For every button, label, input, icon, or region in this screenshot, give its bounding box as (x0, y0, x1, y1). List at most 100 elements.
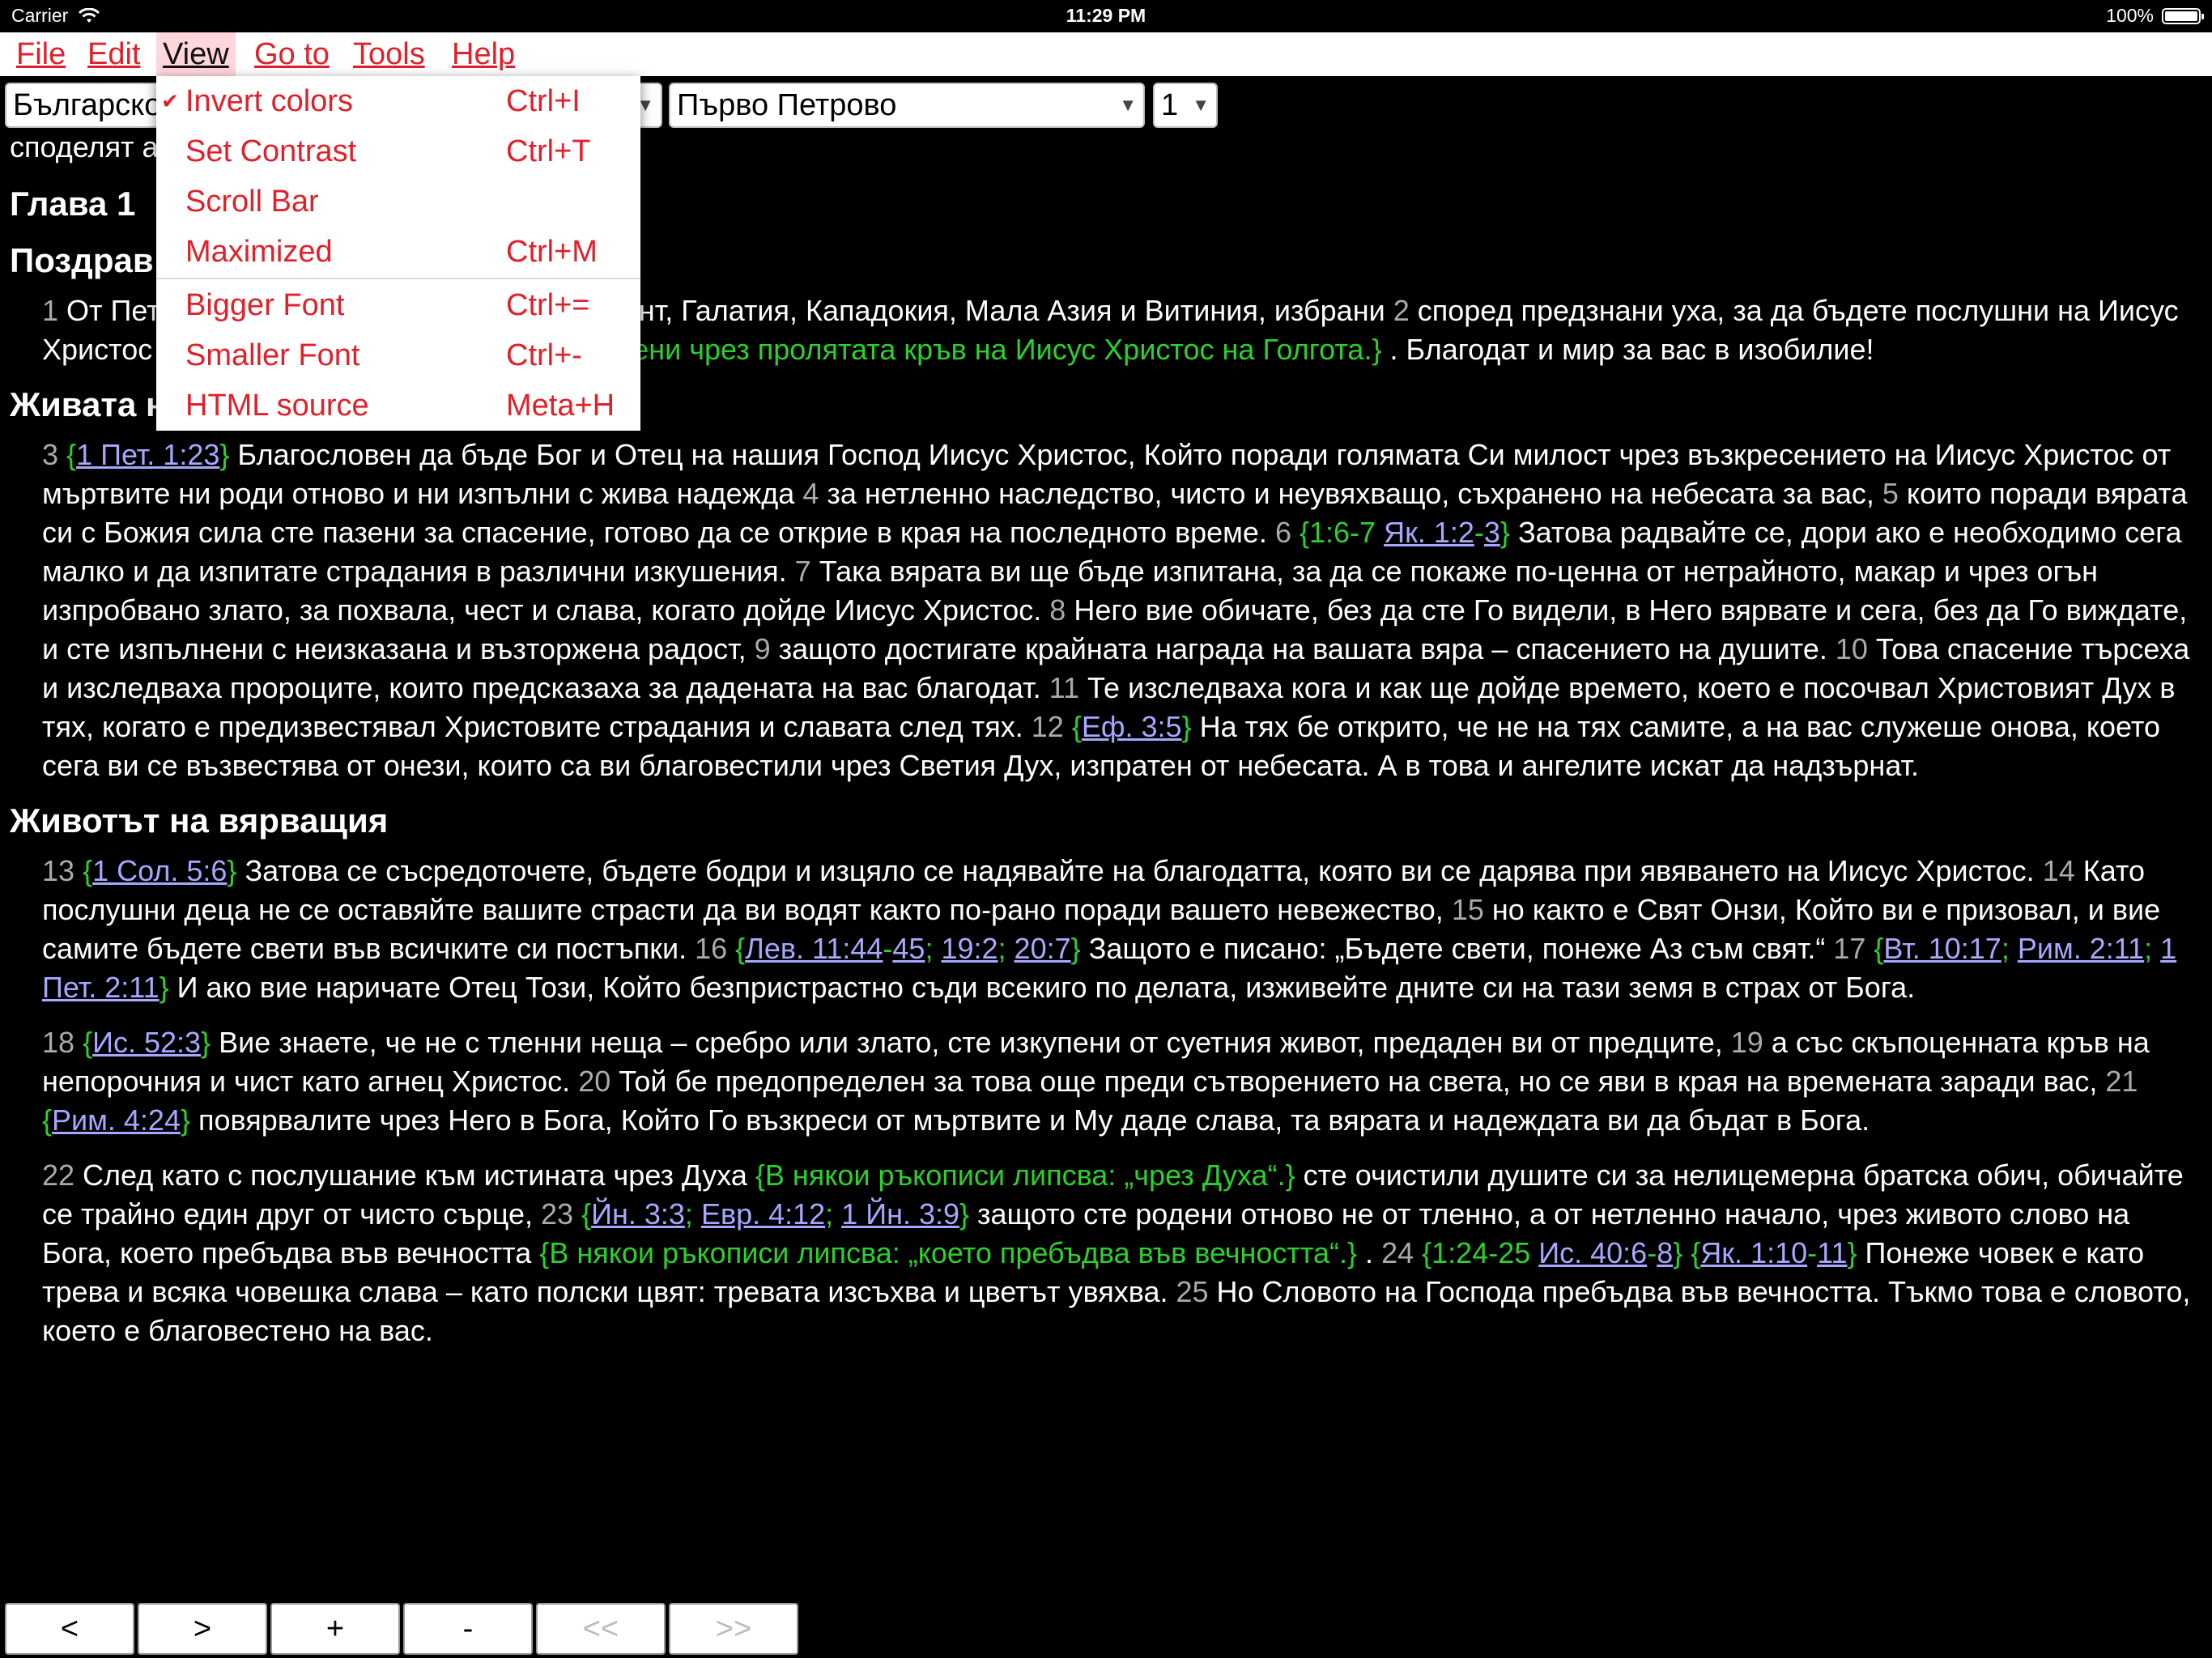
footnote: } { (1673, 1236, 1701, 1269)
cross-reference-link[interactable]: Лев. 11:44 (745, 932, 883, 965)
menu-item-bigger-font[interactable]: Bigger Font Ctrl+= (156, 280, 640, 330)
menu-item-shortcut: Meta+H (506, 389, 615, 423)
verse-number: 19 (1730, 1026, 1763, 1059)
chevron-down-icon: ▼ (1192, 95, 1210, 115)
cross-reference-link[interactable]: Вт. 10:17 (1883, 932, 2001, 965)
footnote: } (159, 971, 169, 1004)
section-heading-life: Животът на вярващия (10, 801, 389, 840)
menu-item-shortcut: Ctrl+T (506, 134, 591, 168)
verse-number: 10 (1835, 632, 1868, 665)
verse-text (1291, 516, 1300, 549)
battery-percent: 100% (2106, 5, 2154, 26)
history-forward-button[interactable]: >> (669, 1603, 798, 1655)
cross-reference-link[interactable]: Йн. 3:3 (591, 1197, 685, 1231)
verse-text (1865, 932, 1874, 965)
verse-text: за нетленно наследство, чисто и неувяхва… (819, 477, 1882, 510)
cross-reference-link[interactable]: 19:2 (941, 932, 998, 965)
verse-number: 14 (2042, 854, 2075, 887)
zoom-in-button[interactable]: + (270, 1603, 400, 1655)
verse-number: 20 (578, 1065, 611, 1098)
footnote: } (201, 1026, 211, 1059)
verse-text (573, 1197, 581, 1231)
menu-item-set-contrast[interactable]: Set Contrast Ctrl+T (156, 126, 640, 176)
history-back-button[interactable]: << (536, 1603, 666, 1655)
cross-reference-link[interactable]: 8 (1657, 1236, 1673, 1269)
book-select[interactable]: Първо Петрово ▼ (669, 83, 1145, 128)
book-value: Първо Петрово (677, 88, 897, 122)
view-menu-dropdown: ✔ Invert colors Ctrl+I Set Contrast Ctrl… (156, 76, 640, 431)
menu-item-invert-colors[interactable]: ✔ Invert colors Ctrl+I (156, 76, 640, 126)
verse-number: 8 (1049, 593, 1066, 627)
verse-text: След като с послушание към истината чрез… (74, 1158, 755, 1192)
cross-reference-link[interactable]: 11 (1817, 1236, 1847, 1269)
footnote: - (1807, 1236, 1818, 1269)
verse-text (74, 854, 83, 887)
paragraph-4: 18 {Ис. 52:3} Вие знаете, че не с тленни… (10, 1023, 2196, 1140)
menu-edit[interactable]: Edit (81, 32, 147, 76)
chapter-select[interactable]: 1 ▼ (1153, 83, 1218, 128)
next-chapter-button[interactable]: > (138, 1603, 267, 1655)
cross-reference-link[interactable]: 3 (1484, 516, 1500, 549)
cross-reference-link[interactable]: Як. 1:2 (1384, 516, 1474, 549)
menu-item-label: Scroll Bar (185, 185, 319, 219)
clock: 11:29 PM (1066, 5, 1146, 26)
footnote: - (883, 932, 893, 965)
footnote: ; (925, 932, 942, 965)
menu-help[interactable]: Help (445, 32, 521, 76)
menu-item-maximized[interactable]: Maximized Ctrl+M (156, 227, 640, 277)
checkmark-icon: ✔ (161, 89, 179, 113)
cross-reference-link[interactable]: Рим. 2:11 (2018, 932, 2144, 965)
verse-number: 13 (42, 854, 75, 887)
menu-go-to[interactable]: Go to (248, 32, 336, 76)
menu-item-html-source[interactable]: HTML source Meta+H (156, 380, 640, 431)
verse-text (727, 932, 735, 965)
paragraph-2: 3 {1 Пет. 1:23} Благословен да бъде Бог … (10, 436, 2196, 785)
verse-number: 2 (1393, 294, 1410, 327)
verse-number: 3 (42, 438, 59, 471)
cross-reference-link[interactable]: Ис. 52:3 (92, 1026, 201, 1059)
footnote: {В някои ръкописи липсва: „което пребъдв… (539, 1236, 1358, 1269)
verse-number: 15 (1451, 893, 1484, 926)
translation-value: Българско (13, 88, 162, 122)
verse-text (58, 438, 66, 471)
footnote: - (1647, 1236, 1657, 1269)
cross-reference-link[interactable]: 20:7 (1015, 932, 1071, 965)
cross-reference-link[interactable]: Як. 1:10 (1700, 1236, 1807, 1269)
footnote: ; (998, 932, 1015, 965)
verse-number: 11 (1049, 671, 1079, 704)
verse-text (1064, 710, 1072, 743)
menu-item-scroll-bar[interactable]: Scroll Bar (156, 176, 640, 227)
prev-chapter-button[interactable]: < (5, 1603, 134, 1655)
verse-text: Защото е писано: „Бъдете свети, понеже А… (1080, 932, 1834, 965)
footnote: { (1874, 932, 1884, 965)
verse-number: 18 (42, 1026, 75, 1059)
cross-reference-link[interactable]: Рим. 4:24 (52, 1103, 181, 1137)
menu-view[interactable]: View (156, 32, 236, 76)
menu-item-smaller-font[interactable]: Smaller Font Ctrl+- (156, 330, 640, 380)
menu-item-label: Set Contrast (185, 134, 357, 168)
zoom-out-button[interactable]: - (403, 1603, 533, 1655)
footnote: {В някои ръкописи липсва: „чрез Духа“.} (755, 1158, 1295, 1192)
menu-tools[interactable]: Tools (347, 32, 432, 76)
cross-reference-link[interactable]: 45 (892, 932, 925, 965)
verse-text: повярвалите чрез Него в Бога, Който Го в… (190, 1103, 1870, 1137)
menu-item-shortcut: Ctrl+M (506, 235, 598, 269)
verse-text: Той бе предопределен за това още преди с… (610, 1065, 2106, 1098)
verse-number: 24 (1381, 1236, 1414, 1269)
cross-reference-link[interactable]: Евр. 4:12 (701, 1197, 825, 1231)
menu-item-label: Smaller Font (185, 338, 360, 372)
footnote: { (42, 1103, 53, 1137)
menu-file[interactable]: File (10, 32, 72, 76)
cross-reference-link[interactable]: Еф. 3:5 (1082, 710, 1182, 743)
cross-reference-link[interactable]: 1 Сол. 5:6 (92, 854, 227, 887)
cross-reference-link[interactable]: 1 Пет. 1:23 (76, 438, 219, 471)
verse-number: 1 (42, 294, 59, 327)
cross-reference-link[interactable]: 1 Йн. 3:9 (841, 1197, 959, 1231)
footnote: } (1181, 710, 1192, 743)
cross-reference-link[interactable]: Ис. 40:6 (1538, 1236, 1647, 1269)
verse-number: 9 (754, 632, 771, 665)
chapter-value: 1 (1161, 88, 1179, 122)
footnote: ; (2144, 932, 2161, 965)
verse-number: 4 (802, 477, 819, 510)
verse-number: 5 (1882, 477, 1899, 510)
